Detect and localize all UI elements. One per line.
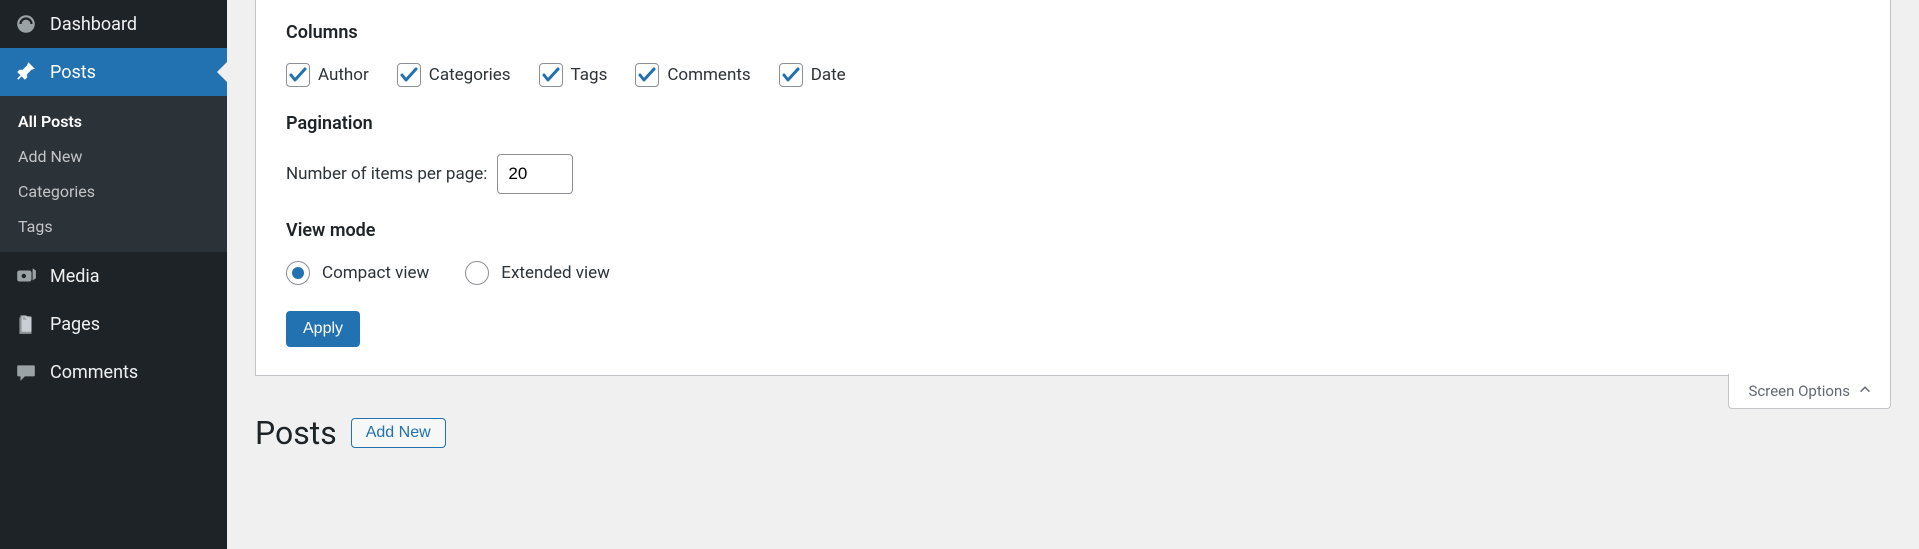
check-icon [399,65,419,85]
columns-checkbox-row: Author Categories Tags [286,63,1860,87]
checkbox-categories-box [397,63,421,87]
view-mode-row: Compact view Extended view [286,261,1860,285]
checkbox-author-label: Author [318,65,369,85]
sidebar-item-media[interactable]: Media [0,252,227,300]
screen-options-toggle[interactable]: Screen Options [1728,374,1892,409]
sidebar-item-comments[interactable]: Comments [0,348,227,396]
pagination-row: Number of items per page: [286,154,1860,194]
admin-sidebar: Dashboard Posts All Posts Add New Catego… [0,0,227,549]
media-icon [14,264,38,288]
checkbox-date[interactable]: Date [779,63,846,87]
view-mode-heading: View mode [286,220,1860,241]
sidebar-item-posts[interactable]: Posts [0,48,227,96]
main-content: Columns Author Categories [227,0,1919,549]
pagination-heading: Pagination [286,113,1860,134]
sidebar-label-posts: Posts [50,62,96,83]
checkbox-tags-label: Tags [571,65,608,85]
sidebar-label-dashboard: Dashboard [50,14,137,35]
pin-icon [14,60,38,84]
sidebar-label-comments: Comments [50,362,138,383]
checkbox-comments-box [635,63,659,87]
radio-extended[interactable]: Extended view [465,261,610,285]
sidebar-item-pages[interactable]: Pages [0,300,227,348]
add-new-button[interactable]: Add New [351,418,446,448]
items-per-page-label: Number of items per page: [286,164,487,184]
radio-compact[interactable]: Compact view [286,261,429,285]
radio-extended-label: Extended view [501,263,610,283]
check-icon [541,65,561,85]
checkbox-comments-label: Comments [667,65,750,85]
sidebar-label-pages: Pages [50,314,100,335]
radio-compact-circle [286,261,310,285]
page-title-row: Posts Add New [255,414,1891,452]
radio-compact-label: Compact view [322,263,429,283]
check-icon [288,65,308,85]
radio-dot-icon [292,267,304,279]
radio-extended-circle [465,261,489,285]
submenu-categories[interactable]: Categories [0,174,227,209]
sidebar-label-media: Media [50,266,100,287]
screen-options-label: Screen Options [1749,382,1851,400]
posts-submenu: All Posts Add New Categories Tags [0,96,227,252]
chevron-up-icon [1858,382,1872,400]
pages-icon [14,312,38,336]
checkbox-date-box [779,63,803,87]
items-per-page-input[interactable] [497,154,573,194]
dashboard-icon [14,12,38,36]
submenu-all-posts[interactable]: All Posts [0,104,227,139]
screen-options-panel: Columns Author Categories [255,0,1891,376]
checkbox-categories[interactable]: Categories [397,63,511,87]
check-icon [781,65,801,85]
checkbox-tags-box [539,63,563,87]
page-title: Posts [255,414,337,452]
columns-heading: Columns [286,22,1860,43]
checkbox-categories-label: Categories [429,65,511,85]
submenu-add-new[interactable]: Add New [0,139,227,174]
checkbox-author-box [286,63,310,87]
submenu-tags[interactable]: Tags [0,209,227,244]
sidebar-item-dashboard[interactable]: Dashboard [0,0,227,48]
apply-button[interactable]: Apply [286,311,360,347]
checkbox-date-label: Date [811,65,846,85]
comments-icon [14,360,38,384]
checkbox-author[interactable]: Author [286,63,369,87]
checkbox-comments[interactable]: Comments [635,63,750,87]
check-icon [637,65,657,85]
checkbox-tags[interactable]: Tags [539,63,608,87]
